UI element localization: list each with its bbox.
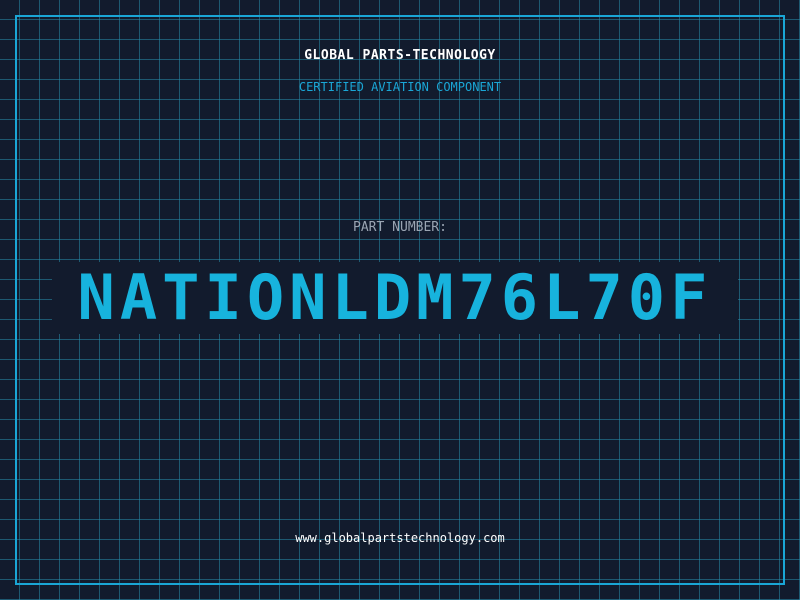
- certification-subtitle: CERTIFIED AVIATION COMPONENT: [298, 80, 502, 94]
- part-number-label: PART NUMBER:: [353, 220, 447, 235]
- certificate-canvas: GLOBAL PARTS-TECHNOLOGY CERTIFIED AVIATI…: [0, 0, 800, 600]
- part-number-panel: NATIONLDM76L70F: [52, 262, 738, 334]
- website-url: www.globalpartstechnology.com: [295, 531, 505, 545]
- company-name: GLOBAL PARTS-TECHNOLOGY: [304, 48, 496, 63]
- part-number-value: NATIONLDM76L70F: [77, 261, 713, 334]
